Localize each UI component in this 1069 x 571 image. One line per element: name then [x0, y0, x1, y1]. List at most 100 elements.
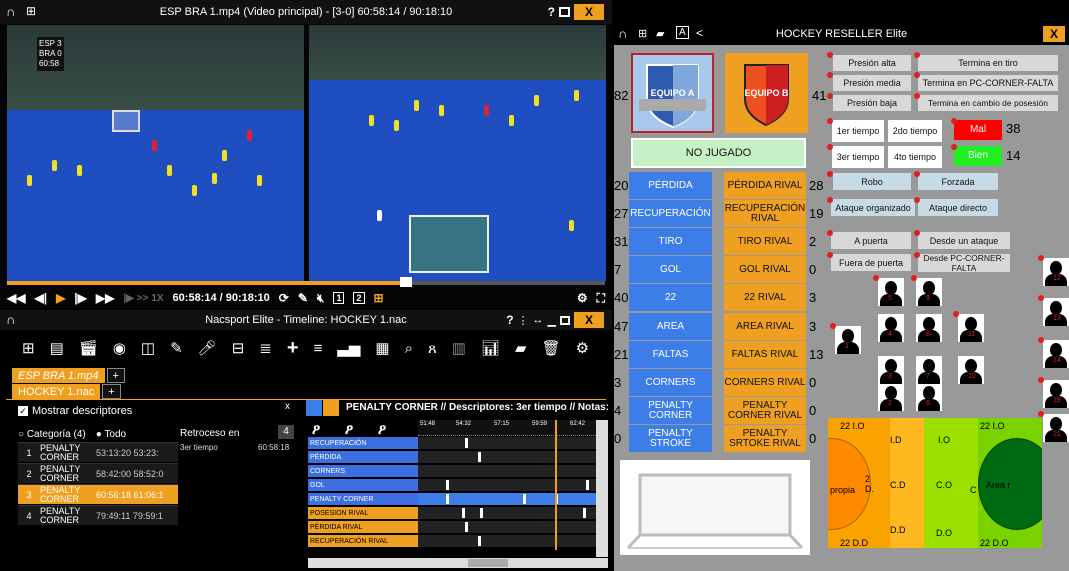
player-avatar[interactable]: 8: [916, 314, 942, 342]
bars-icon[interactable]: ▃▅: [337, 339, 360, 357]
player-avatar[interactable]: 2: [878, 383, 904, 411]
multi-camera-icon[interactable]: ⊞: [374, 291, 384, 305]
rival-event-button[interactable]: GOL RIVAL: [724, 256, 806, 283]
slow-motion-icon[interactable]: |▶ >>: [123, 293, 148, 304]
camera-icon[interactable]: ◉: [113, 339, 126, 357]
presion-baja-button[interactable]: Presión baja: [833, 95, 911, 111]
fast-forward-icon[interactable]: ▶▶: [96, 291, 114, 305]
seek-handle[interactable]: [400, 277, 412, 287]
own-event-button[interactable]: GOL: [629, 256, 712, 283]
timeline-row-label[interactable]: POSESION RIVAL: [308, 507, 418, 520]
table-icon[interactable]: ⊞: [22, 339, 35, 357]
timeline-row-label[interactable]: PENALTY CORNER: [308, 493, 418, 506]
seek-bar[interactable]: [7, 281, 605, 285]
player-avatar[interactable]: 6: [916, 383, 942, 411]
ataque-organizado-button[interactable]: Ataque organizado: [831, 199, 915, 216]
timeline-row-label[interactable]: RECUPERACIÓN: [308, 437, 418, 450]
rewind-icon[interactable]: ◀◀: [7, 291, 25, 305]
own-event-button[interactable]: FALTAS: [629, 341, 712, 368]
step-back-icon[interactable]: ◀|: [34, 291, 47, 305]
timeline-row-label[interactable]: PÉRDIDA: [308, 451, 418, 464]
rival-event-button[interactable]: FALTAS RIVAL: [724, 341, 806, 368]
play-icon[interactable]: ▶: [56, 291, 65, 305]
forzada-button[interactable]: Forzada: [918, 173, 998, 190]
video-camera-2[interactable]: [309, 25, 606, 281]
timeline-track[interactable]: [418, 507, 596, 520]
category-row[interactable]: 2 PENALTY CORNER 58:42:00 58:52:0: [18, 463, 178, 483]
close-panel-button[interactable]: x: [285, 401, 290, 412]
camera-2-button[interactable]: 2: [353, 292, 365, 304]
termina-posesion-button[interactable]: Termina en cambio de posesión: [918, 95, 1058, 111]
period-3-button[interactable]: 3er tiempo: [832, 146, 884, 168]
video-camera-1[interactable]: ESP 3 BRA 0 60:58: [7, 25, 304, 281]
list-icon[interactable]: ≣: [259, 339, 272, 357]
vertical-scrollbar[interactable]: [596, 420, 608, 557]
presion-alta-button[interactable]: Presión alta: [833, 55, 911, 71]
team-a-button[interactable]: EQUIPO A: [631, 53, 714, 133]
ataque-directo-button[interactable]: Ataque directo: [918, 199, 998, 216]
trash-icon[interactable]: 🗑︎: [542, 339, 561, 357]
timeline-track[interactable]: [418, 437, 596, 450]
help-button[interactable]: ?: [548, 5, 555, 19]
period-4-button[interactable]: 4to tiempo: [888, 146, 942, 168]
timeline-row-label[interactable]: RECUPERACIÓN RIVAL: [308, 535, 418, 548]
timeline-track[interactable]: [418, 451, 596, 464]
bien-button[interactable]: Bien: [954, 146, 1002, 166]
player-avatar[interactable]: 12: [1043, 258, 1069, 286]
show-descriptors-checkbox[interactable]: ✓: [18, 406, 28, 416]
camera-1-button[interactable]: 1: [333, 292, 345, 304]
clapper-icon[interactable]: 🎬︎: [79, 339, 98, 357]
a-puerta-button[interactable]: A puerta: [831, 232, 911, 249]
player-avatar[interactable]: 3: [878, 356, 904, 384]
presentation-icon[interactable]: ▤: [50, 339, 64, 357]
player-avatar[interactable]: 5: [878, 278, 904, 306]
own-event-button[interactable]: TIRO: [629, 228, 712, 255]
maximize-icon[interactable]: [559, 7, 570, 17]
no-jugado-button[interactable]: NO JUGADO: [631, 138, 806, 168]
rival-event-button[interactable]: AREA RIVAL: [724, 313, 806, 340]
player-avatar[interactable]: 13: [1043, 298, 1069, 326]
own-event-button[interactable]: 22: [629, 284, 712, 311]
period-2-button[interactable]: 2do tiempo: [888, 120, 942, 142]
timeline-row-label[interactable]: PÉRDIDA RIVAL: [308, 521, 418, 534]
goal-diagram[interactable]: [620, 460, 810, 555]
player-avatar[interactable]: 21: [1043, 414, 1069, 442]
timeline-track[interactable]: [418, 465, 596, 478]
termina-tiro-button[interactable]: Termina en tiro: [918, 55, 1058, 71]
chart-icon[interactable]: 📊︎: [481, 339, 500, 357]
zoom-fit-icon[interactable]: ዖ: [378, 421, 386, 438]
close-button[interactable]: X: [1043, 26, 1065, 42]
filter-icon[interactable]: ▥: [452, 339, 466, 357]
playhead[interactable]: [555, 420, 557, 550]
fuera-puerta-button[interactable]: Fuera de puerta: [831, 254, 911, 271]
timeline-track[interactable]: [418, 479, 596, 492]
tab-nac[interactable]: HOCKEY 1.nac: [12, 384, 101, 399]
zoom-out-icon[interactable]: ዖ: [345, 421, 353, 438]
filter-category-radio[interactable]: ○ Categoría (4): [18, 429, 86, 440]
draw-icon[interactable]: ✎: [298, 291, 308, 305]
field-map[interactable]: 22 I.O I.D propia 2 D. C.D D.D 22 D.D I.…: [828, 418, 1042, 548]
robo-button[interactable]: Robo: [833, 173, 911, 190]
more-icon[interactable]: ⋮: [518, 314, 529, 327]
rival-event-button[interactable]: CORNERS RIVAL: [724, 369, 806, 396]
team-b-button[interactable]: EQUIPO B: [725, 53, 808, 133]
player-avatar[interactable]: 1: [835, 326, 861, 354]
rival-event-button[interactable]: TIRO RIVAL: [724, 228, 806, 255]
player-avatar[interactable]: 19: [1043, 380, 1069, 408]
own-event-button[interactable]: CORNERS: [629, 369, 712, 396]
player-avatar[interactable]: 11: [958, 314, 984, 342]
own-event-button[interactable]: PENALTY STROKE: [629, 425, 712, 452]
own-event-button[interactable]: AREA: [629, 313, 712, 340]
time-ruler[interactable]: 51:48 54:32 57:15 59:59 62:42: [418, 420, 596, 436]
refresh-icon[interactable]: ⟳: [279, 291, 289, 305]
mic-icon[interactable]: 🎤︎: [198, 339, 217, 357]
rival-event-button[interactable]: RECUPERACIÓN RIVAL: [724, 200, 806, 227]
own-event-button[interactable]: PENALTY CORNER: [629, 397, 712, 424]
pen-icon[interactable]: ✎: [170, 339, 183, 357]
horizontal-scrollbar[interactable]: [308, 558, 608, 568]
help-button[interactable]: ?: [506, 313, 513, 327]
layout-icon[interactable]: ⊟: [232, 339, 245, 357]
timeline-row-label[interactable]: GOL: [308, 479, 418, 492]
desde-ataque-button[interactable]: Desde un ataque: [918, 232, 1010, 249]
retroceso-value[interactable]: 4: [278, 425, 294, 439]
